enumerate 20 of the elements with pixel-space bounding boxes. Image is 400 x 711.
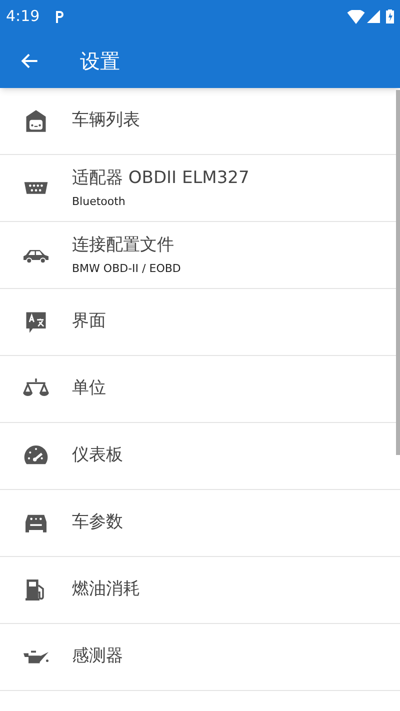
wifi-icon (347, 10, 365, 24)
signal-icon (367, 10, 380, 23)
status-time: 4:19 (6, 6, 40, 28)
parking-icon (54, 10, 64, 24)
item-subtitle: BMW OBD-II / EOBD (72, 260, 181, 276)
settings-item[interactable]: 燃油消耗 (0, 557, 400, 624)
settings-item[interactable]: 感测器 (0, 624, 400, 691)
item-title: 燃油消耗 (72, 578, 140, 602)
item-title: 单位 (72, 377, 106, 400)
item-title: 感测器 (72, 645, 123, 668)
item-title: 车辆列表 (72, 109, 140, 132)
item-title: 界面 (72, 310, 106, 334)
settings-item[interactable]: 车参数 (0, 490, 400, 557)
item-title: 适配器 OBDII ELM327 (72, 167, 250, 190)
item-subtitle: Bluetooth (72, 194, 126, 210)
item-title: 车参数 (72, 511, 123, 534)
item-title: 连接配置文件 (72, 234, 175, 257)
item-title: 仪表板 (72, 444, 123, 468)
battery-icon (386, 9, 394, 24)
app-bar-title: 设置 (80, 48, 120, 74)
